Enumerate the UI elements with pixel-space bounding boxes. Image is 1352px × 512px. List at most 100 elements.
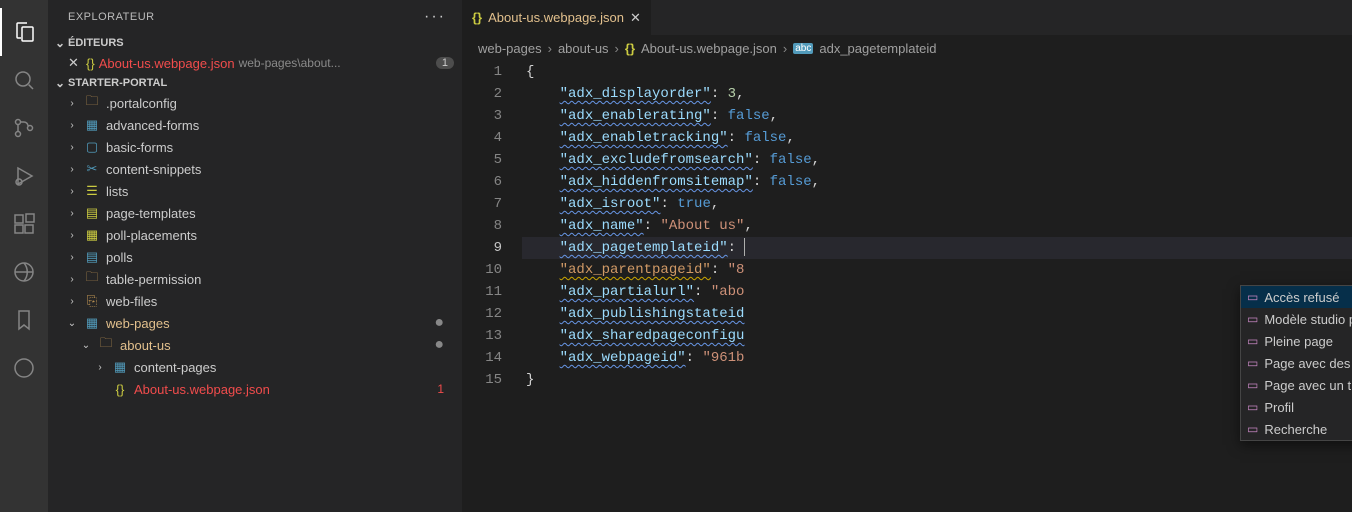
chevron-right-icon: › — [94, 362, 106, 373]
tree-item-label: about-us — [120, 338, 171, 353]
breadcrumb[interactable]: web-pages › about-us › {} About-us.webpa… — [462, 35, 1352, 61]
tree-folder[interactable]: ›▦content-pages — [48, 356, 462, 378]
enum-icon: ▭ — [1247, 378, 1258, 392]
tree-folder[interactable]: ›⎘web-files — [48, 290, 462, 312]
tree-folder[interactable]: ›☰lists — [48, 180, 462, 202]
activity-explorer-icon[interactable] — [0, 8, 48, 56]
suggestion-item[interactable]: ▭Page avec des liens enfants — [1241, 352, 1352, 374]
tree-item-label: table-permission — [106, 272, 201, 287]
chevron-down-icon: ⌄ — [52, 76, 68, 90]
chevron-right-icon: › — [66, 120, 78, 131]
suggestion-label: Profil — [1264, 400, 1294, 415]
suggestion-label: Modèle studio par défaut — [1264, 312, 1352, 327]
activity-remote-icon[interactable] — [0, 248, 48, 296]
chevron-right-icon: › — [66, 230, 78, 241]
chevron-right-icon: › — [66, 208, 78, 219]
tree-folder[interactable]: ›▦poll-placements — [48, 224, 462, 246]
explorer-header: EXPLORATEUR ··· — [48, 0, 462, 34]
close-icon[interactable]: ✕ — [630, 10, 641, 26]
chevron-right-icon: › — [66, 274, 78, 285]
chevron-right-icon: › — [66, 296, 78, 307]
tree-item-label: advanced-forms — [106, 118, 199, 133]
suggestion-item[interactable]: ▭ Accès refusé — [1241, 286, 1352, 308]
activity-debug-icon[interactable] — [0, 152, 48, 200]
enum-icon: ▭ — [1247, 312, 1258, 326]
explorer-sidebar: EXPLORATEUR ··· ⌄ ÉDITEURS ✕ {} About-us… — [48, 0, 462, 512]
tree-folder[interactable]: ›🗀table-permission — [48, 268, 462, 290]
chevron-right-icon: › — [66, 186, 78, 197]
tab-file[interactable]: {} About-us.webpage.json ✕ — [462, 0, 652, 35]
tree-file[interactable]: {}About-us.webpage.json1 — [48, 378, 462, 400]
tree-folder[interactable]: ›▦advanced-forms — [48, 114, 462, 136]
chevron-right-icon: › — [66, 164, 78, 175]
tab-filename: About-us.webpage.json — [488, 10, 624, 25]
breadcrumb-item[interactable]: About-us.webpage.json — [641, 41, 777, 56]
suggestion-item[interactable]: ▭Profil — [1241, 396, 1352, 418]
tree-item-label: polls — [106, 250, 133, 265]
suggestion-item[interactable]: ▭Recherche — [1241, 418, 1352, 440]
suggestion-label: Recherche — [1264, 422, 1327, 437]
modified-dot-icon: ● — [434, 336, 444, 354]
tree-item-label: About-us.webpage.json — [134, 382, 270, 397]
breadcrumb-item[interactable]: about-us — [558, 41, 609, 56]
tree-item-label: content-pages — [134, 360, 216, 375]
chevron-right-icon: › — [66, 142, 78, 153]
chevron-right-icon: › — [548, 41, 552, 56]
tree-folder[interactable]: ›✂content-snippets — [48, 158, 462, 180]
tree-item-label: web-files — [106, 294, 157, 309]
activity-bookmark-icon[interactable] — [0, 296, 48, 344]
tree-item-label: lists — [106, 184, 128, 199]
chevron-right-icon: › — [615, 41, 619, 56]
breadcrumb-item[interactable]: adx_pagetemplateid — [819, 41, 936, 56]
activity-scm-icon[interactable] — [0, 104, 48, 152]
chevron-down-icon: ⌄ — [80, 340, 92, 351]
breadcrumb-item[interactable]: web-pages — [478, 41, 542, 56]
tree-item-label: web-pages — [106, 316, 170, 331]
more-icon[interactable]: ··· — [424, 8, 446, 26]
json-icon: {} — [472, 10, 482, 25]
open-editor-item[interactable]: ✕ {} About-us.webpage.json web-pages\abo… — [48, 52, 462, 74]
tree-item-label: .portalconfig — [106, 96, 177, 111]
editor-pane: {} About-us.webpage.json ✕ web-pages › a… — [462, 0, 1352, 512]
code-editor[interactable]: 123456789101112131415 { "adx_displayorde… — [462, 61, 1352, 512]
tree-folder[interactable]: ›▤page-templates — [48, 202, 462, 224]
suggestion-label: Accès refusé — [1264, 290, 1339, 305]
suggestion-label: Pleine page — [1264, 334, 1333, 349]
explorer-title: EXPLORATEUR — [68, 11, 155, 23]
json-icon: {} — [86, 56, 95, 71]
open-editors-section[interactable]: ⌄ ÉDITEURS — [48, 34, 462, 52]
code-content[interactable]: { "adx_displayorder": 3, "adx_enablerati… — [522, 61, 1352, 512]
tree-item-label: poll-placements — [106, 228, 197, 243]
open-editors-label: ÉDITEURS — [68, 37, 124, 49]
string-symbol-icon: abc — [793, 43, 813, 54]
line-gutter: 123456789101112131415 — [462, 61, 522, 512]
tree-item-label: content-snippets — [106, 162, 201, 177]
tree-folder[interactable]: ⌄▦web-pages● — [48, 312, 462, 334]
suggestion-label: Page avec un titre — [1264, 378, 1352, 393]
open-editor-filename: About-us.webpage.json — [99, 56, 235, 71]
activity-github-icon[interactable] — [0, 344, 48, 392]
tree-item-label: basic-forms — [106, 140, 173, 155]
error-count: 1 — [437, 382, 444, 396]
activity-extensions-icon[interactable] — [0, 200, 48, 248]
tree-folder[interactable]: ›▢basic-forms — [48, 136, 462, 158]
close-icon[interactable]: ✕ — [68, 55, 82, 71]
tree-folder[interactable]: ›▤polls — [48, 246, 462, 268]
suggestion-widget[interactable]: ▭Accès refusé▭Modèle studio par défaut▭P… — [1240, 285, 1352, 441]
json-icon: {} — [625, 41, 635, 56]
tree-folder[interactable]: ⌄🗀about-us● — [48, 334, 462, 356]
workspace-section[interactable]: ⌄ STARTER-PORTAL — [48, 74, 462, 92]
suggestion-item[interactable]: ▭ Page avec un titre — [1241, 374, 1352, 396]
chevron-down-icon: ⌄ — [66, 318, 78, 329]
chevron-right-icon: › — [783, 41, 787, 56]
open-editor-path: web-pages\about... — [239, 56, 341, 70]
modified-dot-icon: ● — [434, 314, 444, 332]
activity-search-icon[interactable] — [0, 56, 48, 104]
suggestion-item[interactable]: ▭ Modèle studio par défaut — [1241, 308, 1352, 330]
tab-bar: {} About-us.webpage.json ✕ — [462, 0, 1352, 35]
tree-folder[interactable]: ›🗀.portalconfig — [48, 92, 462, 114]
suggestion-item[interactable]: ▭ Pleine page — [1241, 330, 1352, 352]
activity-bar — [0, 0, 48, 512]
enum-icon: ▭ — [1247, 290, 1258, 304]
enum-icon: ▭ — [1247, 334, 1258, 348]
